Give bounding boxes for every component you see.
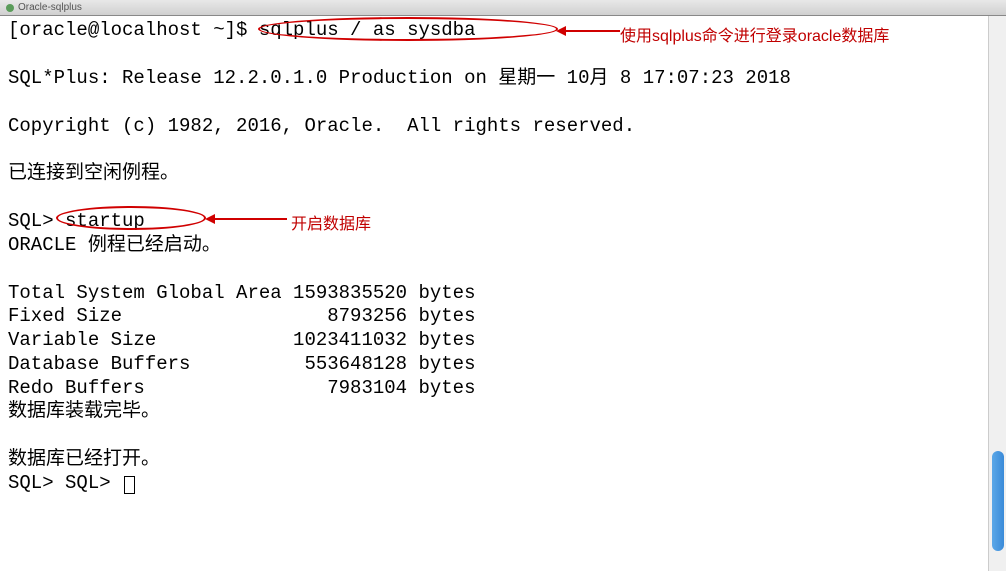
title-bar-text: Oracle-sqlplus <box>18 2 82 13</box>
terminal-line-12: Total System Global Area 1593835520 byte… <box>8 282 998 306</box>
scrollbar[interactable] <box>988 16 1006 571</box>
terminal-line-3: SQL*Plus: Release 12.2.0.1.0 Production … <box>8 67 998 91</box>
title-bar-icon <box>6 4 14 12</box>
scrollbar-thumb[interactable] <box>992 451 1004 551</box>
terminal-line-5: Copyright (c) 1982, 2016, Oracle. All ri… <box>8 115 998 139</box>
terminal-line-15: Database Buffers 553648128 bytes <box>8 353 998 377</box>
terminal-line-10: ORACLE 例程已经启动。 <box>8 234 998 258</box>
title-bar: Oracle-sqlplus <box>0 0 1006 16</box>
terminal-line-20: SQL> SQL> <box>8 472 998 496</box>
terminal-line-14: Variable Size 1023411032 bytes <box>8 329 998 353</box>
terminal-line-1: [oracle@localhost ~]$ sqlplus / as sysdb… <box>8 19 998 43</box>
terminal-line-16: Redo Buffers 7983104 bytes <box>8 377 998 401</box>
terminal-blank <box>8 186 998 210</box>
terminal-line-19: 数据库已经打开。 <box>8 448 998 472</box>
terminal-blank <box>8 424 998 448</box>
cursor <box>124 476 135 494</box>
terminal-blank <box>8 43 998 67</box>
terminal-line-7: 已连接到空闲例程。 <box>8 162 998 186</box>
terminal-line-9: SQL> startup <box>8 210 998 234</box>
command-startup: startup <box>65 210 145 232</box>
terminal-blank <box>8 258 998 282</box>
terminal[interactable]: [oracle@localhost ~]$ sqlplus / as sysdb… <box>0 16 1006 571</box>
terminal-blank <box>8 91 998 115</box>
command-sqlplus: sqlplus / as sysdba <box>259 19 476 41</box>
sql-prompt: SQL> <box>8 210 65 232</box>
sql-prompt-double: SQL> SQL> <box>8 472 122 494</box>
terminal-blank <box>8 138 998 162</box>
terminal-line-17: 数据库装载完毕。 <box>8 400 998 424</box>
terminal-line-13: Fixed Size 8793256 bytes <box>8 305 998 329</box>
shell-prompt: [oracle@localhost ~]$ <box>8 19 259 41</box>
